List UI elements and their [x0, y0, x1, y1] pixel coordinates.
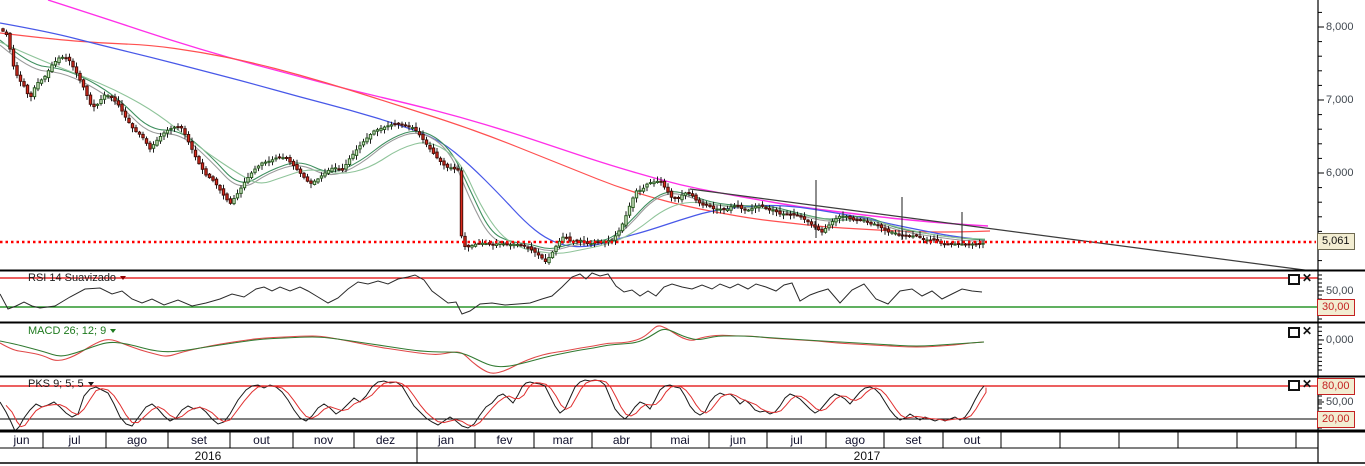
macd-close-icon[interactable]: ✕ — [1302, 325, 1312, 337]
year-label-2017: 2017 — [853, 449, 881, 463]
rsi-indicator-label: RSI 14 Suavizado — [28, 272, 117, 284]
month-label: out — [253, 433, 270, 447]
rsi-indicator-dropdown[interactable]: RSI 14 Suavizado — [28, 272, 127, 284]
month-label: nov — [313, 433, 334, 447]
month-label: out — [963, 433, 981, 447]
last-price-box: 5,061 — [1317, 233, 1355, 250]
mm-red-line — [0, 32, 991, 233]
month-label: dez — [375, 433, 396, 447]
month-label: jun — [13, 433, 30, 447]
up-candle-bodies — [32, 56, 985, 264]
macd-axis-label: 0,000 — [1326, 334, 1354, 346]
pks-k-line — [0, 379, 985, 432]
macd-signal-line — [0, 328, 985, 368]
rsi-line — [0, 272, 983, 315]
month-label: jun — [729, 433, 747, 447]
month-label: set — [190, 433, 208, 447]
month-label: jul — [68, 433, 81, 447]
pks-axis-label: 50,00 — [1326, 396, 1354, 408]
pks-oversold-level-box: 20,00 — [1317, 411, 1355, 428]
macd-restore-icon[interactable] — [1288, 327, 1300, 338]
year-label-2016: 2016 — [194, 449, 222, 463]
month-label: mai — [670, 433, 690, 447]
rsi-close-icon[interactable]: ✕ — [1302, 272, 1312, 284]
price-axis-label: 7,000 — [1326, 94, 1354, 106]
pks-indicator-dropdown[interactable]: PKS 9; 5; 5 — [28, 378, 94, 390]
chart-plot-area[interactable] — [0, 0, 1365, 466]
month-label: fev — [496, 433, 513, 447]
rsi-restore-icon[interactable] — [1288, 274, 1300, 285]
chevron-down-icon — [87, 382, 94, 387]
macd-indicator-label: MACD 26; 12; 9 — [28, 325, 107, 337]
rsi-axis-label: 50,00 — [1326, 285, 1354, 297]
chevron-down-icon — [120, 276, 127, 281]
price-axis-label: 6,000 — [1326, 167, 1354, 179]
mm-magenta-line — [47, 0, 989, 227]
down-candle-bodies — [1, 28, 982, 262]
month-label: mar — [552, 433, 574, 447]
price-axis-label: 8,000 — [1326, 21, 1354, 33]
pks-indicator-label: PKS 9; 5; 5 — [28, 378, 84, 390]
mm-blue-line — [0, 22, 986, 248]
chevron-down-icon — [110, 329, 117, 334]
macd-indicator-dropdown[interactable]: MACD 26; 12; 9 — [28, 325, 117, 337]
pks-close-icon[interactable]: ✕ — [1302, 378, 1312, 390]
pks-overbought-level-box: 80,00 — [1317, 378, 1355, 395]
pks-restore-icon[interactable] — [1288, 380, 1300, 391]
month-label: jul — [790, 433, 803, 447]
descending-trendline — [689, 188, 1313, 272]
pks-d-line — [5, 379, 987, 428]
mm-green-dark-line — [0, 39, 986, 250]
month-label: ago — [844, 433, 866, 447]
month-label: jan — [437, 433, 455, 447]
month-label: abr — [612, 433, 631, 447]
month-label: ago — [126, 433, 148, 447]
rsi-oversold-level-box: 30,00 — [1317, 299, 1355, 316]
month-label: set — [905, 433, 922, 447]
trading-chart-window: RSI 14 Suavizado MACD 26; 12; 9 PKS 9; 5… — [0, 0, 1365, 466]
